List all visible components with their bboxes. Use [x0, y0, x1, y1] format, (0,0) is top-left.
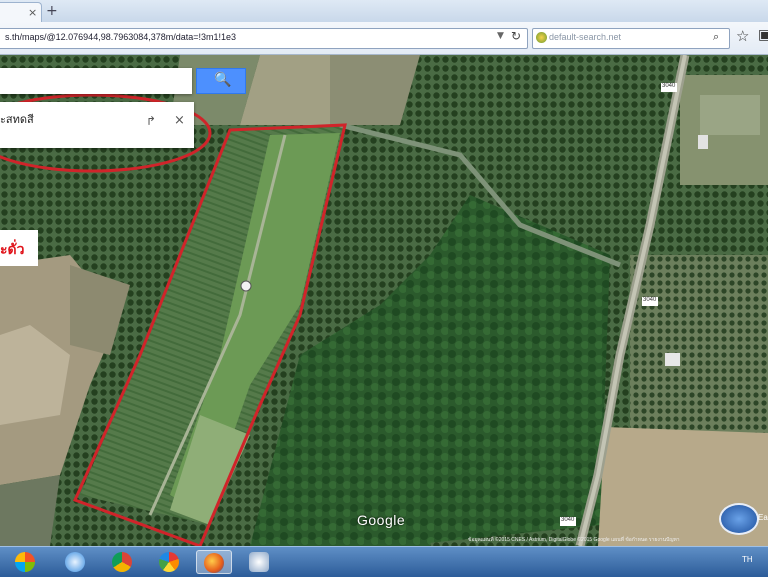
earth-label[interactable]: Ea: [758, 513, 768, 522]
annotation-text: ะดั่ว: [0, 242, 25, 258]
search-input[interactable]: default-search.net: [549, 32, 621, 42]
browser-tab[interactable]: ×: [0, 2, 42, 23]
directions-icon[interactable]: ↱: [146, 114, 156, 128]
firefox-icon[interactable]: [196, 550, 232, 574]
map-search-input[interactable]: [0, 68, 192, 94]
chrome-icon[interactable]: [105, 550, 141, 574]
search-icon: 🔍: [214, 72, 232, 88]
magnifier-icon[interactable]: ⌕: [713, 30, 719, 44]
plus-icon[interactable]: +: [46, 3, 58, 19]
search-engine-icon[interactable]: [536, 32, 547, 43]
tab-strip: × +: [0, 0, 768, 23]
navigation-bar: s.th/maps/@12.076944,98.7963084,378m/dat…: [0, 22, 768, 55]
windows-start-icon[interactable]: [8, 550, 44, 574]
internet-explorer-icon[interactable]: [58, 550, 94, 574]
close-icon[interactable]: ×: [28, 6, 37, 19]
url-text[interactable]: s.th/maps/@12.076944,98.7963084,378m/dat…: [5, 32, 485, 42]
star-icon[interactable]: ☆: [736, 27, 749, 45]
program-icon[interactable]: [242, 550, 278, 574]
google-logo: Google: [357, 512, 406, 528]
dropdown-arrow-icon[interactable]: ▼: [497, 31, 504, 41]
search-bar[interactable]: default-search.net ⌕: [532, 28, 730, 49]
picasa-icon[interactable]: [152, 550, 188, 574]
bookmarks-icon[interactable]: ▣: [758, 27, 768, 43]
road-label: 3040: [662, 83, 676, 89]
annotation-label: ะดั่ว: [0, 230, 38, 266]
reload-icon[interactable]: ↻: [511, 29, 521, 43]
earth-toggle-button[interactable]: [719, 503, 759, 535]
road-label: 3040: [561, 517, 575, 523]
map-attribution[interactable]: ข้อมูลแผนที่ ©2015 CNES / Astrium, Digit…: [468, 536, 680, 544]
taskbar: [0, 546, 768, 577]
place-name: ะสทดสี: [0, 114, 34, 126]
satellite-map[interactable]: 3040 3040 3040 🔍 ะสทดสี ↱ × ะดั่ว Google…: [0, 55, 768, 546]
road-label: 3040: [643, 297, 657, 303]
close-icon[interactable]: ×: [174, 113, 185, 128]
place-info-card[interactable]: ะสทดสี ↱ ×: [0, 102, 194, 148]
language-indicator[interactable]: TH: [742, 555, 753, 564]
map-search-button[interactable]: 🔍: [196, 68, 246, 94]
address-bar[interactable]: s.th/maps/@12.076944,98.7963084,378m/dat…: [0, 28, 528, 49]
